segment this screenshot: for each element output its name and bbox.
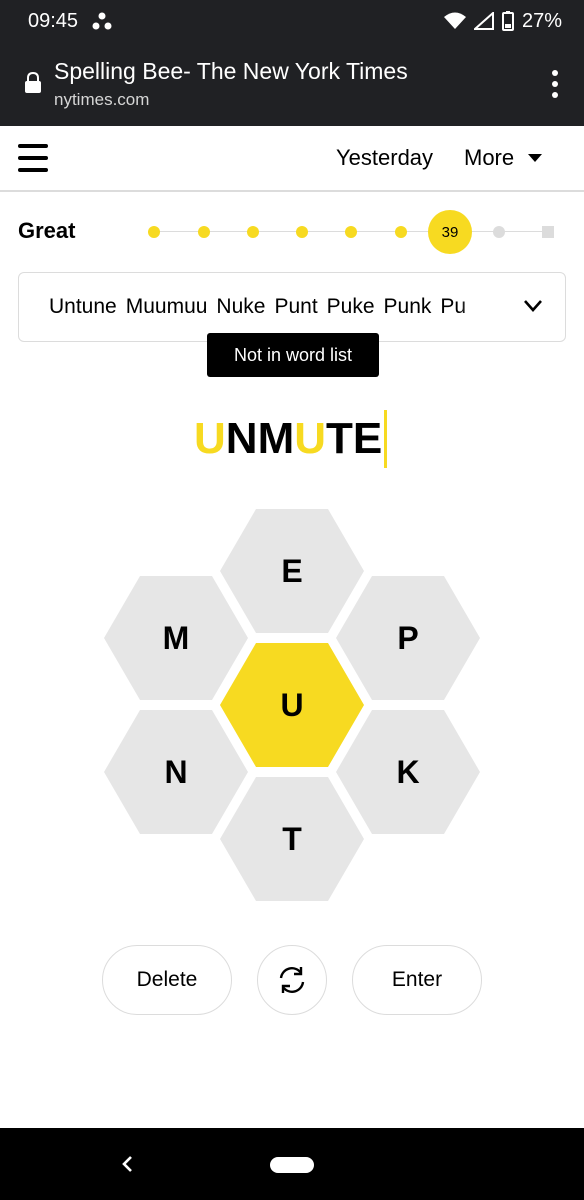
progress-end-square xyxy=(542,226,554,238)
score-bubble[interactable]: 39 xyxy=(428,210,472,254)
browser-url-bar[interactable]: Spelling Bee- The New York Times nytimes… xyxy=(0,42,584,126)
found-word: Nuke xyxy=(216,295,266,318)
status-time: 09:45 xyxy=(28,9,79,32)
shuffle-button[interactable] xyxy=(257,945,327,1015)
input-word: U N M U T E xyxy=(194,410,388,468)
toast-message: Not in word list xyxy=(207,333,379,377)
found-words-list[interactable]: Untune Muumuu Nuke Punt Puke Punk Pu xyxy=(18,272,566,342)
yesterday-link[interactable]: Yesterday xyxy=(336,145,433,171)
more-label: More xyxy=(464,145,515,170)
delete-button[interactable]: Delete xyxy=(102,945,232,1015)
enter-button[interactable]: Enter xyxy=(352,945,482,1015)
hive-cell-center[interactable]: U xyxy=(220,643,364,767)
caret-down-icon xyxy=(528,154,543,162)
text-cursor xyxy=(384,410,388,468)
chevron-down-icon[interactable] xyxy=(523,299,543,313)
hive-cell-upper-right[interactable]: P xyxy=(336,576,480,700)
found-words: Untune Muumuu Nuke Punt Puke Punk Pu xyxy=(49,295,501,319)
input-letter: T xyxy=(326,414,353,463)
hive-cell-upper-left[interactable]: M xyxy=(104,576,248,700)
home-pill[interactable] xyxy=(270,1157,314,1173)
found-word: Punt xyxy=(274,295,318,318)
more-menu[interactable]: More xyxy=(464,145,543,171)
input-letter: U xyxy=(294,414,326,463)
found-word: Untune xyxy=(49,295,117,318)
hive-cell-bottom[interactable]: T xyxy=(220,777,364,901)
input-letter: U xyxy=(194,414,226,463)
hive-cell-lower-right[interactable]: K xyxy=(336,710,480,834)
progress-dot xyxy=(493,226,505,238)
shuffle-icon xyxy=(279,967,305,993)
page-title: Spelling Bee- The New York Times xyxy=(54,58,408,84)
back-icon[interactable] xyxy=(120,1154,134,1174)
status-bar: 09:45 27% xyxy=(0,0,584,42)
battery-icon xyxy=(501,11,514,31)
progress-dot xyxy=(198,226,210,238)
hive-cell-top[interactable]: E xyxy=(220,509,364,633)
signal-icon xyxy=(473,12,494,30)
wifi-icon xyxy=(443,12,466,29)
input-letter: E xyxy=(352,414,383,463)
notification-dots-icon xyxy=(92,12,112,30)
page-domain: nytimes.com xyxy=(54,90,150,109)
site-nav: Yesterday More xyxy=(0,126,584,192)
rank-label: Great xyxy=(18,218,76,243)
progress-dot xyxy=(395,226,407,238)
found-word: Puke xyxy=(326,295,375,318)
input-letter: N xyxy=(225,414,258,463)
progress-dot xyxy=(345,226,357,238)
progress-dot xyxy=(247,226,259,238)
input-letter: M xyxy=(257,414,295,463)
browser-menu-icon[interactable] xyxy=(550,70,560,98)
found-word: Punk xyxy=(383,295,432,318)
progress-dot xyxy=(148,226,160,238)
lock-icon xyxy=(25,72,41,93)
hive-cell-lower-left[interactable]: N xyxy=(104,710,248,834)
progress-dot xyxy=(296,226,308,238)
system-nav-bar xyxy=(0,1128,584,1200)
battery-percent: 27% xyxy=(521,9,562,32)
word-list-fade xyxy=(459,273,509,341)
hamburger-menu-icon[interactable] xyxy=(18,144,48,172)
found-word: Muumuu xyxy=(125,295,208,318)
